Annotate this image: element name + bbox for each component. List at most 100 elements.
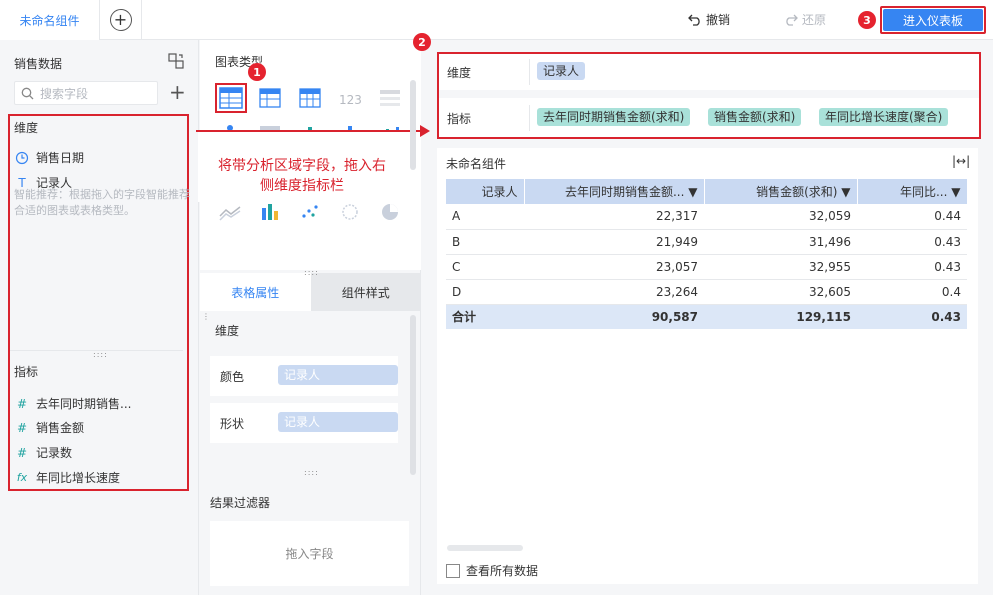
enter-dashboard-button[interactable]: 进入仪表板	[883, 9, 983, 31]
property-scrollbar[interactable]	[410, 315, 416, 475]
plus-icon: +	[109, 9, 132, 31]
dimension-section-label: 维度	[14, 121, 39, 135]
shelf-gap	[439, 90, 979, 98]
field-dimension-sales-date[interactable]: 销售日期	[14, 149, 84, 166]
hash-icon: #	[16, 420, 28, 435]
undo-button[interactable]: 撤销	[688, 11, 730, 28]
dimension-shelf-label: 维度	[447, 66, 472, 80]
color-label: 颜色	[220, 370, 245, 384]
fit-width-icon[interactable]: |↔|	[952, 154, 970, 168]
table-cell: C	[446, 254, 524, 280]
clock-icon	[15, 151, 29, 164]
column-header[interactable]: 去年同时期销售金额... ▼	[524, 179, 705, 204]
table-cell: 0.44	[857, 204, 967, 230]
table-cell: A	[446, 204, 524, 230]
column-header[interactable]: 年同比... ▼	[857, 179, 968, 204]
field-label: 销售金额	[36, 421, 85, 435]
filter-placeholder: 拖入字段	[285, 547, 334, 561]
table-cell: 0.43	[857, 304, 967, 329]
sort-dropdown-icon: ▼	[841, 185, 851, 199]
step-badge-1: 1	[248, 63, 266, 81]
measure-section-label: 指标	[14, 365, 39, 379]
detail-table-icon[interactable]	[379, 88, 401, 108]
sort-dropdown-icon: ▼	[951, 185, 961, 199]
switch-dataset-icon[interactable]	[168, 53, 184, 69]
hash-icon: #	[16, 396, 28, 411]
resize-handle[interactable]: ::::	[304, 468, 319, 477]
dimension-chip[interactable]: 记录人	[537, 62, 586, 80]
chart-types-scrollbar[interactable]	[410, 80, 416, 170]
add-tab-button[interactable]: +	[100, 0, 142, 40]
svg-text:123: 123	[339, 93, 361, 107]
resize-handle[interactable]: ::::	[93, 350, 108, 359]
redo-button[interactable]: 还原	[784, 11, 826, 28]
shelf-divider	[529, 59, 530, 85]
redo-label: 还原	[802, 13, 827, 27]
property-dimension-label: 维度	[215, 324, 240, 338]
area-chart-icon[interactable]	[219, 202, 241, 222]
measure-chip[interactable]: 去年同时期销售金额(求和)	[537, 108, 691, 126]
annotation-text: 将带分析区域字段，拖入右侧维度指标栏	[218, 158, 386, 194]
resize-handle[interactable]: ::::	[304, 268, 319, 277]
table-cell: 合计	[446, 304, 524, 329]
measure-chip[interactable]: 销售金额(求和)	[708, 108, 802, 126]
table-cell: B	[446, 229, 524, 255]
table-total-row: 合计 90,587 129,115 0.43	[446, 304, 967, 329]
field-label: 年同比增长速度	[36, 471, 121, 485]
field-label: 销售日期	[36, 151, 85, 165]
annotation-arrow-head	[420, 125, 430, 137]
tab-component-style[interactable]: 组件样式	[310, 273, 421, 311]
table-row: C 23,057 32,955 0.43	[446, 254, 967, 280]
grouped-table-icon[interactable]	[259, 88, 281, 108]
table-hscrollbar[interactable]	[447, 545, 523, 551]
show-all-label: 查看所有数据	[466, 564, 539, 578]
table-cell: 0.4	[857, 279, 967, 305]
table-cell: 0.43	[857, 254, 967, 280]
search-input[interactable]: 搜索字段	[14, 81, 158, 105]
annotation-highlight-chart-type	[215, 83, 247, 113]
dataset-title: 销售数据	[14, 57, 63, 71]
redo-icon	[786, 14, 798, 26]
column-header[interactable]: 记录人	[446, 179, 525, 204]
measure-shelf[interactable]: 指标 去年同时期销售金额(求和) 销售金额(求和) 年同比增长速度(聚合)	[439, 101, 979, 131]
table-cell: 0.43	[857, 229, 967, 255]
scatter-icon[interactable]	[299, 202, 321, 222]
table-header-row: 记录人 去年同时期销售金额... ▼ 销售金额(求和) ▼ 年同比... ▼	[446, 179, 968, 204]
field-measure-record-count[interactable]: # 记录数	[14, 444, 72, 461]
field-label: 记录数	[36, 446, 73, 460]
table-cell: 129,115	[704, 304, 857, 329]
color-field-chip[interactable]: 记录人	[278, 365, 398, 385]
table-cell: 90,587	[524, 304, 704, 329]
field-label: 去年同时期销售...	[36, 397, 132, 411]
cross-table-icon[interactable]	[299, 88, 321, 108]
radar-chart-icon[interactable]	[339, 202, 361, 222]
show-all-data-toggle[interactable]: 查看所有数据	[446, 562, 538, 579]
table-row: D 23,264 32,605 0.4	[446, 279, 967, 305]
pie-chart-icon[interactable]	[379, 202, 401, 222]
dimension-shelf[interactable]: 维度 记录人	[439, 55, 979, 85]
column-header[interactable]: 销售金额(求和) ▼	[704, 179, 858, 204]
checkbox[interactable]	[446, 563, 460, 578]
kpi-number-icon[interactable]: 123	[339, 88, 361, 108]
add-field-icon[interactable]: +	[169, 82, 186, 102]
table-cell: 31,496	[704, 229, 857, 255]
field-measure-yoy-growth[interactable]: fx 年同比增长速度	[14, 469, 120, 486]
tab-unnamed-component[interactable]: 未命名组件	[0, 0, 100, 41]
table-preview: 未命名组件 |↔| 记录人 去年同时期销售金额... ▼ 销售金额(求和) ▼ …	[437, 148, 978, 584]
measure-chip[interactable]: 年同比增长速度(聚合)	[819, 108, 949, 126]
drag-handle[interactable]: ⋮	[202, 312, 211, 321]
fx-icon: fx	[16, 471, 28, 484]
measure-shelf-label: 指标	[447, 112, 472, 126]
table-cell: D	[446, 279, 524, 305]
shelf-divider	[529, 105, 530, 131]
result-filter-dropzone[interactable]: 拖入字段	[210, 521, 409, 586]
combo-chart-icon[interactable]	[259, 202, 281, 222]
tab-table-properties[interactable]: 表格属性	[200, 273, 311, 311]
field-measure-last-year-sales[interactable]: # 去年同时期销售...	[14, 395, 131, 412]
field-measure-sales-amount[interactable]: # 销售金额	[14, 419, 84, 436]
shape-field-chip[interactable]: 记录人	[278, 412, 398, 432]
table-cell: 23,057	[524, 254, 704, 280]
search-placeholder: 搜索字段	[40, 86, 89, 101]
smart-recommend-tip: 智能推荐：根据拖入的字段智能推荐合适的图表或表格类型。	[14, 188, 190, 217]
data-table: 记录人 去年同时期销售金额... ▼ 销售金额(求和) ▼ 年同比... ▼ A…	[446, 179, 968, 329]
